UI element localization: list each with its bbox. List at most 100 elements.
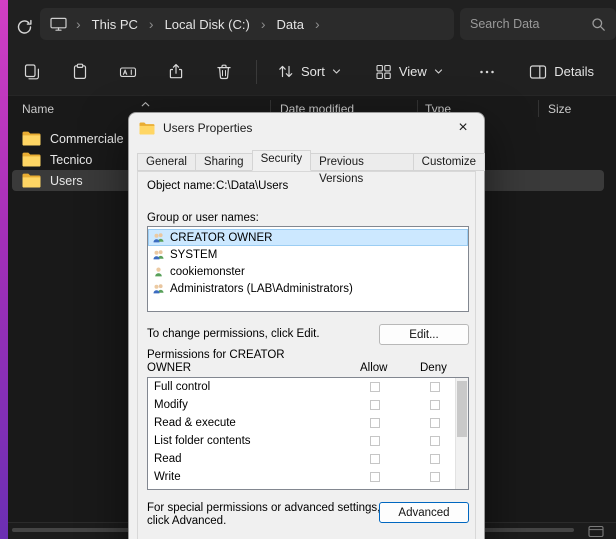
file-name: Users [50,174,83,188]
sort-ascending-icon [141,97,150,111]
view-grid-icon [375,63,392,80]
deny-checkbox[interactable] [430,472,440,482]
folder-icon [22,173,41,188]
rename-button[interactable] [108,54,148,90]
deny-checkbox[interactable] [430,418,440,428]
deny-checkbox[interactable] [430,454,440,464]
edit-button[interactable]: Edit... [379,324,469,345]
group-user-list: CREATOR OWNER SYSTEM [147,226,469,312]
copy-button[interactable] [12,54,52,90]
chevron-right-icon: › [69,16,88,32]
dialog-title: Users Properties [163,121,252,135]
breadcrumb-data[interactable]: Data [273,17,308,32]
deny-checkbox[interactable] [430,400,440,410]
permissions-list: Full control Modify Read & execute List … [147,377,469,490]
advanced-settings-hint: For special permissions or advanced sett… [147,502,382,528]
trash-icon [215,63,233,81]
permissions-scrollbar[interactable] [455,378,468,489]
allow-checkbox[interactable] [370,472,380,482]
delete-button[interactable] [204,54,244,90]
tab-sharing[interactable]: Sharing [195,153,253,171]
chevron-right-icon: › [254,16,273,32]
search-placeholder: Search Data [470,17,591,31]
chevron-down-icon [434,67,443,76]
allow-column-header: Allow [360,362,387,374]
permission-row[interactable]: Read & execute [148,414,468,432]
object-name-value: C:\Data\Users [216,180,288,192]
tab-general[interactable]: General [137,153,196,171]
properties-dialog: Users Properties × General Sharing Secur… [128,112,485,539]
permission-row[interactable]: Read [148,450,468,468]
details-label: Details [554,64,594,79]
breadcrumb-local-disk-c[interactable]: Local Disk (C:) [161,17,254,32]
breadcrumb-this-pc[interactable]: This PC [88,17,142,32]
allow-checkbox[interactable] [370,382,380,392]
left-accent-strip [0,0,8,539]
view-button[interactable]: View [365,54,453,90]
group-list-item[interactable]: Administrators (LAB\Administrators) [148,280,468,297]
share-icon [167,63,185,81]
rename-icon [119,63,137,81]
permission-name: Read & execute [154,417,236,429]
allow-checkbox[interactable] [370,454,380,464]
allow-checkbox[interactable] [370,400,380,410]
sort-label: Sort [301,64,325,79]
more-dots-icon [478,63,496,81]
file-name: Tecnico [50,153,92,167]
sort-icon [277,63,294,80]
group-icon [152,249,165,261]
more-options-button[interactable] [467,54,507,90]
group-list-item[interactable]: cookiemonster [148,263,468,280]
details-pane-icon [529,63,547,81]
scrollbar-thumb[interactable] [457,381,467,437]
tab-customize[interactable]: Customize [413,153,485,171]
screen: › This PC › Local Disk (C:) › Data › Sea… [0,0,616,539]
advanced-button[interactable]: Advanced [379,502,469,523]
chevron-right-icon: › [142,16,161,32]
view-toggle-icon[interactable] [588,525,604,538]
column-header-name[interactable]: Name [22,102,54,116]
paste-icon [71,63,89,81]
share-button[interactable] [156,54,196,90]
chevron-down-icon [332,67,341,76]
deny-column-header: Deny [420,362,447,374]
column-header-size[interactable]: Size [548,102,571,116]
permission-name: Write [154,471,181,483]
deny-checkbox[interactable] [430,436,440,446]
sort-button[interactable]: Sort [267,54,351,90]
view-label: View [399,64,427,79]
group-name: SYSTEM [170,249,217,261]
details-button[interactable]: Details [521,54,602,90]
permission-row[interactable]: Write [148,468,468,486]
permissions-for-label: Permissions for CREATOR OWNER [147,349,297,375]
permission-row[interactable]: Modify [148,396,468,414]
search-box[interactable]: Search Data [460,8,616,40]
permission-row[interactable]: List folder contents [148,432,468,450]
dialog-titlebar[interactable]: Users Properties × [129,113,484,143]
permission-row[interactable]: Full control [148,378,468,396]
object-name-label: Object name: [147,180,215,192]
edit-permissions-hint: To change permissions, click Edit. [147,328,320,340]
chevron-right-icon: › [308,16,327,32]
deny-checkbox[interactable] [430,382,440,392]
allow-checkbox[interactable] [370,418,380,428]
refresh-button[interactable] [12,14,38,40]
group-list-item[interactable]: CREATOR OWNER [148,229,468,246]
group-icon [152,232,165,244]
search-icon[interactable] [591,17,606,32]
tab-previous-versions[interactable]: Previous Versions [310,153,414,171]
group-name: CREATOR OWNER [170,232,272,244]
group-list-label: Group or user names: [147,212,259,224]
group-list-item[interactable]: SYSTEM [148,246,468,263]
tab-security[interactable]: Security [252,150,312,171]
toolbar: Sort View [8,48,616,96]
close-icon[interactable]: × [448,116,478,140]
folder-icon [22,131,41,146]
paste-button[interactable] [60,54,100,90]
column-divider[interactable] [538,100,539,117]
dialog-tabs: General Sharing Security Previous Versio… [137,150,484,171]
allow-checkbox[interactable] [370,436,380,446]
address-bar[interactable]: › This PC › Local Disk (C:) › Data › [40,8,454,40]
user-icon [152,266,165,278]
group-name: cookiemonster [170,266,245,278]
